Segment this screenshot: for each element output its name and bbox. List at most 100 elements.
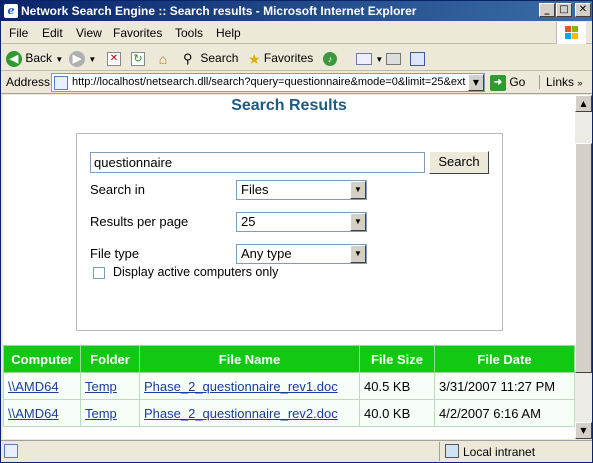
menu-file[interactable]: File: [9, 26, 28, 40]
file-name-link[interactable]: Phase_2_questionnaire_rev2.doc: [139, 399, 360, 427]
back-label: Back: [25, 51, 53, 65]
folder-link[interactable]: Temp: [80, 399, 140, 427]
status-bar: Local intranet: [1, 440, 592, 462]
browser-window: e Network Search Engine :: Search result…: [0, 0, 593, 463]
menu-favorites[interactable]: Favorites: [113, 26, 162, 40]
edit-page-icon: [410, 51, 425, 66]
table-row: \\AMD64 Temp Phase_2_questionnaire_rev2.…: [3, 399, 575, 427]
media-button[interactable]: ♪: [323, 49, 337, 67]
scroll-thumb[interactable]: [575, 143, 592, 373]
results-per-page-value: 25: [241, 214, 256, 229]
title-bar[interactable]: e Network Search Engine :: Search result…: [1, 1, 592, 21]
go-label: Go: [509, 75, 526, 89]
file-date: 4/2/2007 6:16 AM: [434, 399, 575, 427]
maximize-button[interactable]: □: [556, 3, 572, 17]
stop-button[interactable]: ✕: [107, 49, 121, 67]
search-icon: ⚲: [183, 50, 193, 66]
page-title: Search Results: [231, 97, 347, 114]
refresh-icon: ↻: [131, 51, 145, 66]
file-name-link[interactable]: Phase_2_questionnaire_rev1.doc: [139, 372, 360, 400]
search-in-value: Files: [241, 182, 269, 197]
menu-bar: File Edit View Favorites Tools Help: [1, 22, 592, 44]
table-header-row: Computer Folder File Name File Size File…: [3, 345, 575, 373]
results-per-page-label: Results per page: [90, 214, 189, 229]
chevron-down-icon: ▼: [350, 245, 366, 263]
forward-button[interactable]: ▶ ▼: [69, 49, 96, 67]
menu-help[interactable]: Help: [216, 26, 241, 40]
column-header-computer[interactable]: Computer: [3, 345, 81, 373]
favorites-button[interactable]: ★ Favorites: [248, 49, 313, 67]
search-button[interactable]: ⚲ Search: [183, 49, 238, 67]
column-header-folder[interactable]: Folder: [80, 345, 140, 373]
scroll-down-button[interactable]: ▼: [575, 422, 592, 439]
search-in-select[interactable]: Files ▼: [236, 180, 367, 200]
refresh-button[interactable]: ↻: [131, 49, 145, 67]
mail-icon: [356, 52, 372, 65]
toolbar: ◀ Back ▼ ▶ ▼ ✕ ↻ ⌂ ⚲ Search ★ Favorites …: [1, 45, 592, 71]
file-date: 3/31/2007 11:27 PM: [434, 372, 575, 400]
go-button[interactable]: ➜ Go: [490, 73, 525, 92]
table-row: \\AMD64 Temp Phase_2_questionnaire_rev1.…: [3, 372, 575, 400]
column-header-file-name[interactable]: File Name: [139, 345, 360, 373]
file-size: 40.5 KB: [359, 372, 435, 400]
file-type-label: File type: [90, 246, 140, 261]
back-button[interactable]: ◀ Back ▼: [6, 49, 63, 67]
links-button[interactable]: Links »: [539, 75, 582, 89]
back-arrow-icon: ◀: [6, 50, 22, 67]
links-label: Links: [546, 75, 575, 89]
windows-logo-icon: [556, 22, 586, 44]
forward-arrow-icon: ▶: [69, 50, 85, 67]
computer-link[interactable]: \\AMD64: [3, 399, 81, 427]
page-icon: [54, 76, 68, 90]
results-per-page-select[interactable]: 25 ▼: [236, 212, 367, 232]
computer-link[interactable]: \\AMD64: [3, 372, 81, 400]
print-button[interactable]: [386, 49, 401, 67]
minimize-button[interactable]: _: [539, 3, 555, 17]
favorites-star-icon: ★: [248, 50, 261, 67]
stop-icon: ✕: [107, 51, 121, 66]
menu-tools[interactable]: Tools: [175, 26, 203, 40]
address-bar: Address http://localhost/netsearch.dll/s…: [1, 72, 592, 94]
menu-view[interactable]: View: [76, 26, 102, 40]
close-button[interactable]: ✕: [575, 3, 591, 17]
ie-icon: e: [4, 4, 18, 18]
favorites-label: Favorites: [263, 51, 314, 65]
home-button[interactable]: ⌂: [155, 49, 171, 67]
active-computers-checkbox[interactable]: [93, 267, 105, 279]
page-content: Search Results questionnaire Search Sear…: [3, 95, 575, 439]
menu-edit[interactable]: Edit: [42, 26, 63, 40]
search-query-value: questionnaire: [94, 155, 173, 170]
file-size: 40.0 KB: [359, 399, 435, 427]
search-label: Search: [200, 51, 239, 65]
active-computers-label: Display active computers only: [113, 265, 279, 279]
window-title: Network Search Engine :: Search results …: [21, 4, 417, 18]
status-divider: [439, 442, 440, 461]
local-intranet-icon: [445, 444, 459, 458]
results-table: Computer Folder File Name File Size File…: [3, 345, 575, 427]
column-header-file-date[interactable]: File Date: [434, 345, 575, 373]
chevron-down-icon: ▼: [350, 213, 366, 231]
edit-button[interactable]: [410, 49, 425, 67]
media-icon: ♪: [323, 51, 337, 66]
go-arrow-icon: ➜: [490, 74, 506, 91]
search-submit-button[interactable]: Search: [429, 151, 489, 174]
column-header-file-size[interactable]: File Size: [359, 345, 435, 373]
file-type-value: Any type: [241, 246, 292, 261]
address-dropdown-button[interactable]: ▼: [468, 74, 484, 91]
search-form: questionnaire Search Search in Files ▼ R…: [76, 133, 503, 331]
page-status-icon: [4, 444, 18, 458]
folder-link[interactable]: Temp: [80, 372, 140, 400]
vertical-scrollbar[interactable]: ▲ ▼: [575, 95, 592, 439]
scroll-up-button[interactable]: ▲: [575, 95, 592, 112]
home-icon: ⌂: [158, 50, 168, 67]
address-url: http://localhost/netsearch.dll/search?qu…: [72, 76, 466, 88]
file-type-select[interactable]: Any type ▼: [236, 244, 367, 264]
chevron-down-icon: ▼: [350, 181, 366, 199]
mail-button[interactable]: ▼: [356, 49, 383, 67]
print-icon: [386, 52, 401, 65]
address-label: Address: [6, 75, 51, 89]
address-input[interactable]: http://localhost/netsearch.dll/search?qu…: [51, 73, 485, 92]
security-zone-label: Local intranet: [463, 445, 536, 459]
search-in-label: Search in: [90, 182, 145, 197]
search-input[interactable]: questionnaire: [90, 152, 425, 173]
